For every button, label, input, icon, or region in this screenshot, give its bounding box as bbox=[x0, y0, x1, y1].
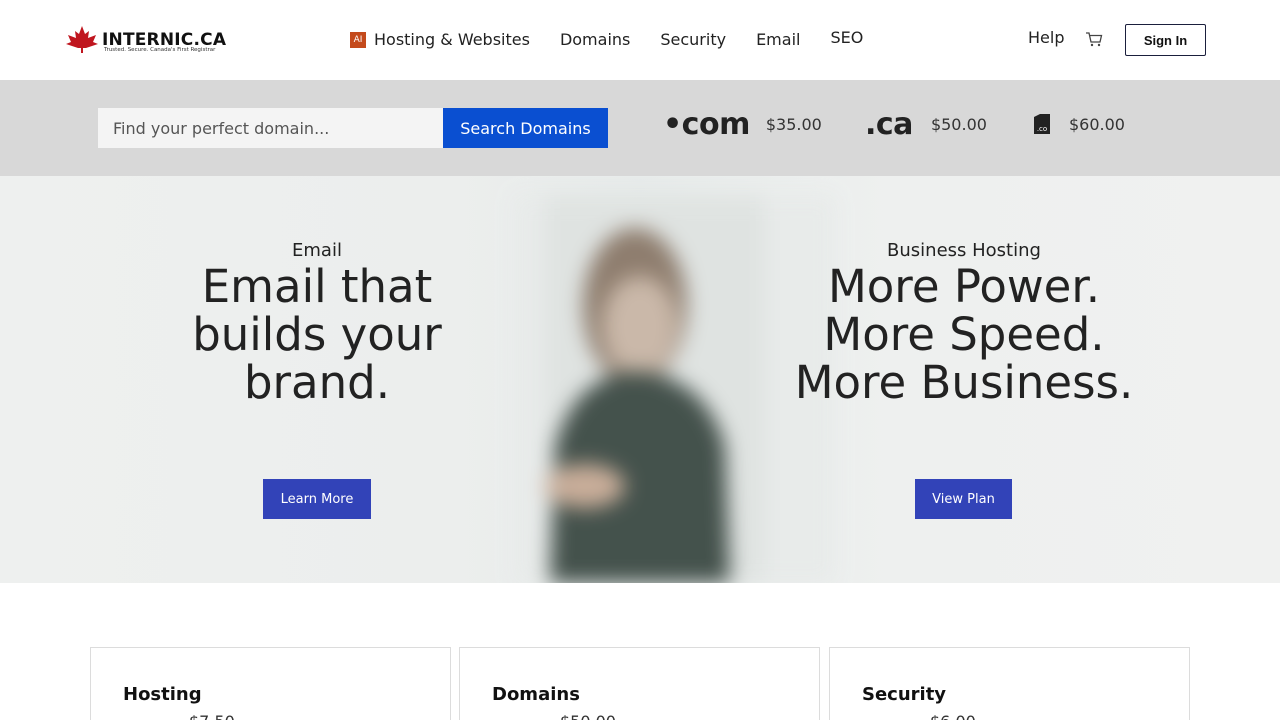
learn-more-button[interactable]: Learn More bbox=[263, 479, 371, 519]
nav-email[interactable]: Email bbox=[756, 30, 800, 49]
svg-text:.co: .co bbox=[1037, 125, 1047, 133]
nav-hosting-websites[interactable]: AI Hosting & Websites bbox=[350, 30, 530, 49]
tld-co: .co $60.00 bbox=[1032, 104, 1125, 144]
nav-label: Hosting & Websites bbox=[374, 29, 530, 49]
nav-seo[interactable]: SEO bbox=[830, 28, 863, 47]
logo-tagline: Trusted. Secure. Canada's First Registra… bbox=[104, 47, 216, 53]
hero-hosting-panel: Business Hosting More Power. More Speed.… bbox=[764, 240, 1164, 407]
site-header: INTERNIC.CA Trusted. Secure. Canada's Fi… bbox=[0, 0, 1280, 80]
co-domain-icon: .co bbox=[1034, 114, 1050, 134]
product-cards: Hosting $7.50 Domains $50.00 Security $6… bbox=[90, 647, 1190, 720]
hero-email-panel: Email Email that builds your brand. bbox=[117, 240, 517, 407]
tld-name: .ca bbox=[865, 106, 913, 142]
card-price: $50.00 bbox=[560, 712, 616, 720]
sign-in-button[interactable]: Sign In bbox=[1125, 24, 1206, 56]
hero-kicker: Email bbox=[292, 240, 342, 261]
hero-title: Email that builds your brand. bbox=[192, 260, 442, 409]
maple-leaf-icon bbox=[66, 26, 98, 53]
card-price: $6.00 bbox=[930, 712, 976, 720]
domain-search-input[interactable] bbox=[98, 108, 443, 148]
card-domains[interactable]: Domains $50.00 bbox=[459, 647, 820, 720]
nav-domains[interactable]: Domains bbox=[560, 30, 630, 49]
domain-search-band: Search Domains •com $35.00 .ca $50.00 .c… bbox=[0, 80, 1280, 176]
card-hosting[interactable]: Hosting $7.50 bbox=[90, 647, 451, 720]
tld-com: •com $35.00 bbox=[663, 104, 822, 144]
help-link[interactable]: Help bbox=[1028, 28, 1064, 47]
search-domains-button[interactable]: Search Domains bbox=[443, 108, 608, 148]
tld-name: •com bbox=[663, 106, 750, 142]
hero-kicker: Business Hosting bbox=[887, 240, 1041, 261]
cart-icon[interactable] bbox=[1085, 31, 1103, 47]
card-title: Domains bbox=[492, 684, 580, 705]
main-nav: AI Hosting & Websites Domains Security E… bbox=[350, 26, 893, 52]
tld-price: $35.00 bbox=[765, 114, 822, 134]
tld-price: $50.00 bbox=[930, 114, 987, 134]
card-title: Security bbox=[862, 684, 947, 705]
ai-badge-icon: AI bbox=[350, 32, 366, 48]
nav-security[interactable]: Security bbox=[660, 30, 726, 49]
card-title: Hosting bbox=[123, 684, 202, 705]
card-security[interactable]: Security $6.00 bbox=[829, 647, 1190, 720]
tld-ca: .ca $50.00 bbox=[865, 104, 987, 144]
hero-title: More Power. More Speed. More Business. bbox=[794, 260, 1134, 409]
site-logo[interactable]: INTERNIC.CA Trusted. Secure. Canada's Fi… bbox=[64, 24, 226, 58]
tld-price: $60.00 bbox=[1069, 114, 1125, 134]
view-plan-button[interactable]: View Plan bbox=[915, 479, 1012, 519]
hero-banner: Email Email that builds your brand. Lear… bbox=[0, 176, 1280, 583]
card-price: $7.50 bbox=[189, 712, 235, 720]
